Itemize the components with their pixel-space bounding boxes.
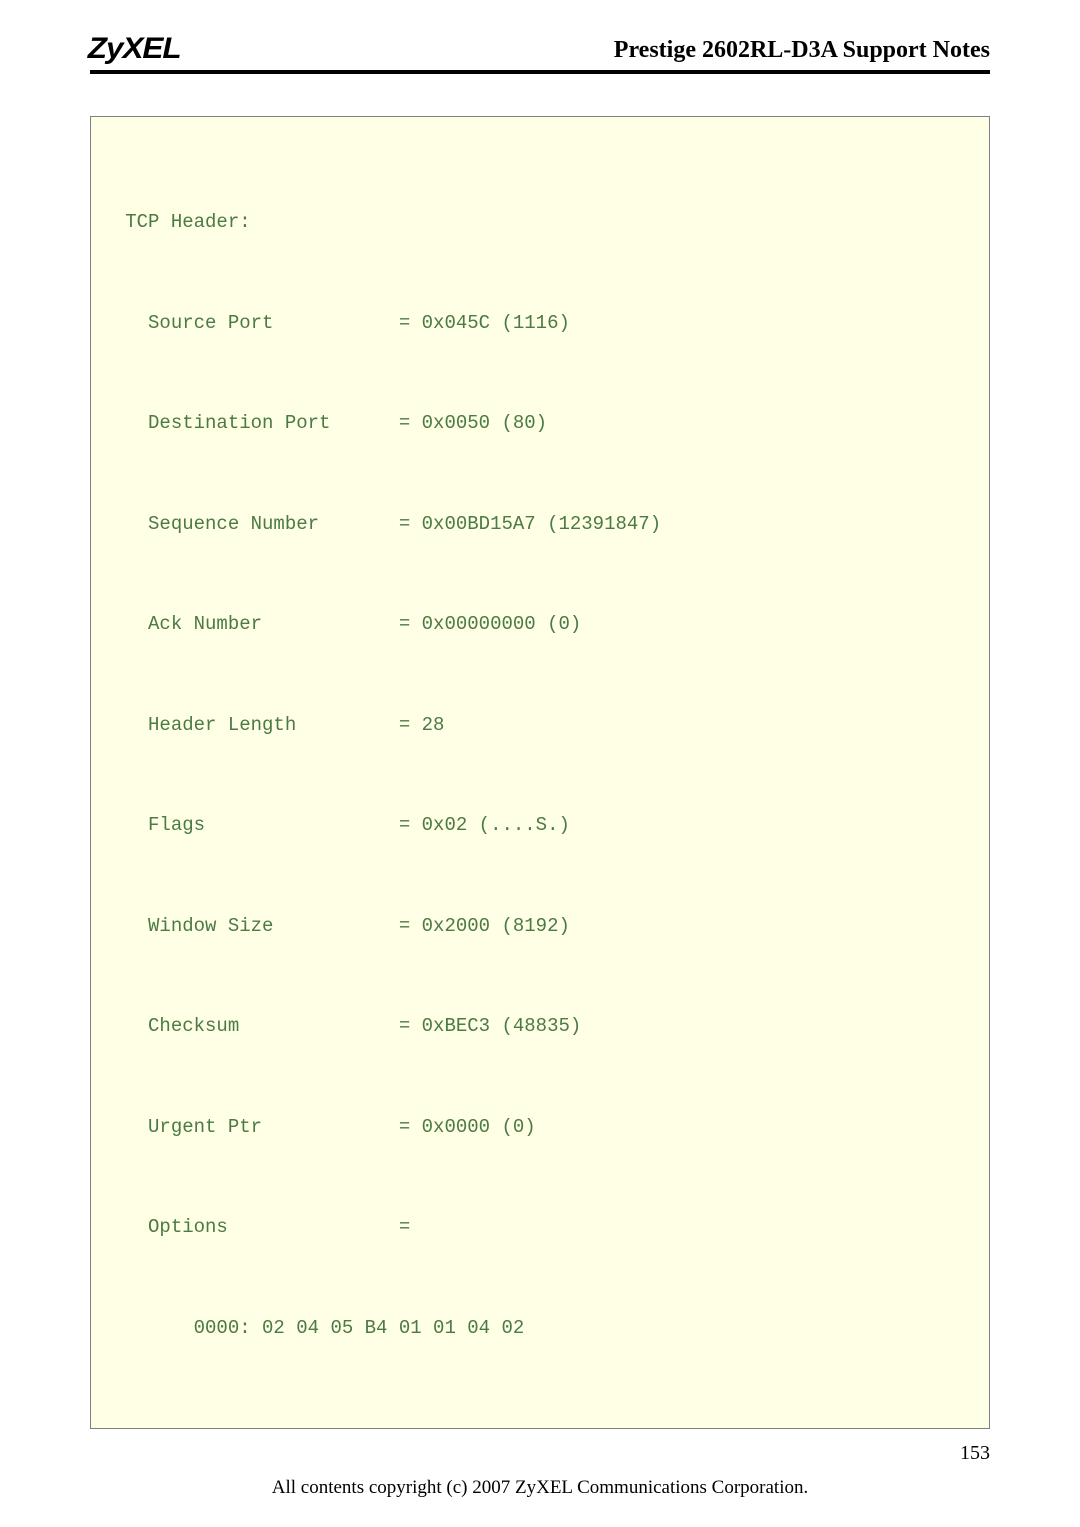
code-line: Source Port = 0x045C (1116) bbox=[91, 307, 989, 341]
copyright-footer: All contents copyright (c) 2007 ZyXEL Co… bbox=[0, 1477, 1080, 1499]
page-header: ZyXEL Prestige 2602RL-D3A Support Notes bbox=[90, 32, 990, 74]
code-line: Flags = 0x02 (....S.) bbox=[91, 809, 989, 843]
code-line: Options = bbox=[91, 1211, 989, 1245]
code-line: Checksum = 0xBEC3 (48835) bbox=[91, 1010, 989, 1044]
code-line: Destination Port = 0x0050 (80) bbox=[91, 407, 989, 441]
code-line: Urgent Ptr = 0x0000 (0) bbox=[91, 1111, 989, 1145]
manual-title: Prestige 2602RL-D3A Support Notes bbox=[614, 37, 990, 66]
page-number: 153 bbox=[960, 1442, 990, 1465]
code-line: Ack Number = 0x00000000 (0) bbox=[91, 608, 989, 642]
code-line: Window Size = 0x2000 (8192) bbox=[91, 910, 989, 944]
code-line: Sequence Number = 0x00BD15A7 (12391847) bbox=[91, 508, 989, 542]
code-line: Header Length = 28 bbox=[91, 709, 989, 743]
code-line: TCP Header: bbox=[91, 206, 989, 240]
code-line: 0000: 02 04 05 B4 01 01 04 02 bbox=[91, 1312, 989, 1346]
brand-logo: ZyXEL bbox=[88, 32, 181, 66]
code-listing-box: TCP Header: Source Port = 0x045C (1116) … bbox=[90, 116, 990, 1429]
